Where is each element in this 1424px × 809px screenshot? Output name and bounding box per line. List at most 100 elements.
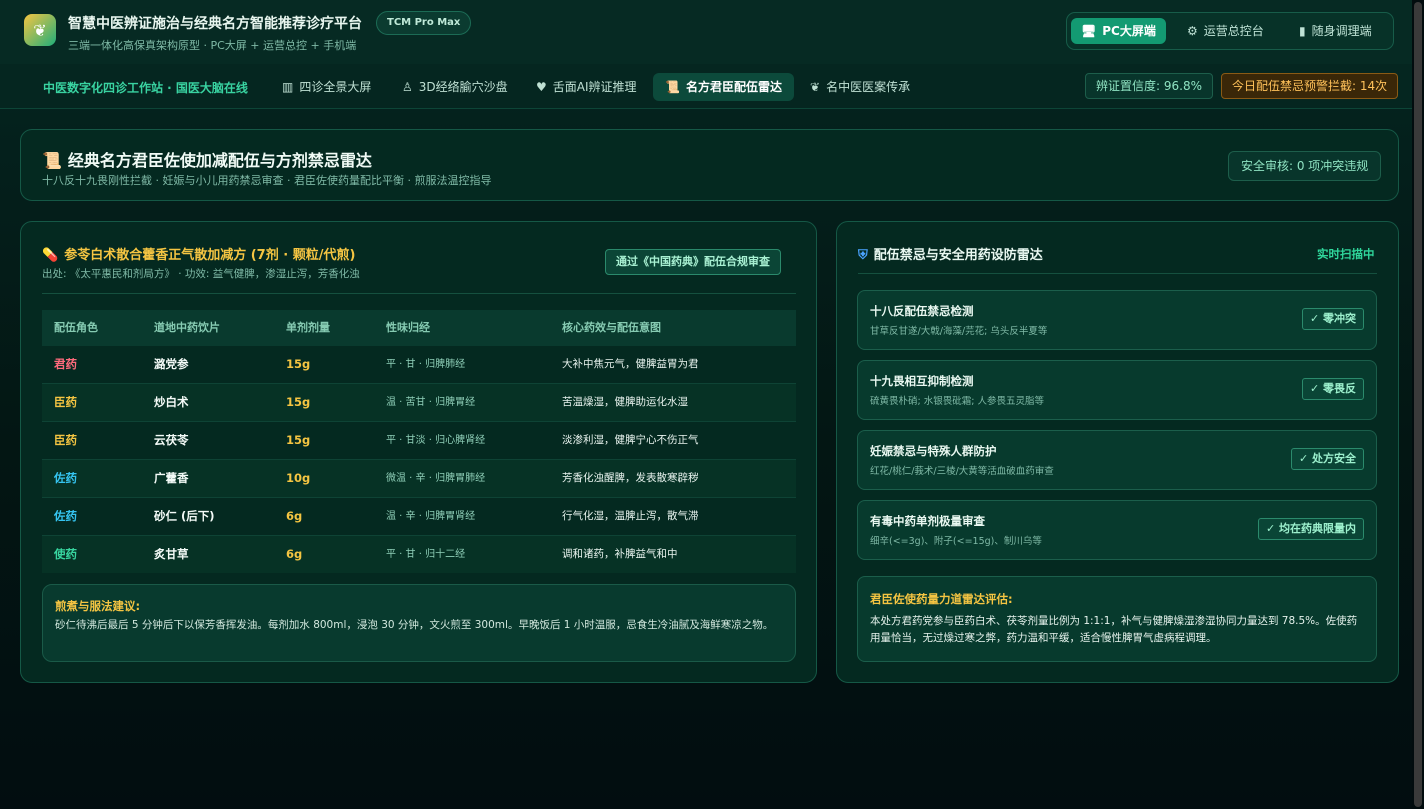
- herb-nature: 平 · 甘淡 · 归心脾肾经: [386, 435, 486, 446]
- table-row: 使药 炙甘草 6g 平 · 甘 · 归十二经 调和诸药，补脾益气和中: [42, 536, 796, 573]
- monitor-icon: 🖥: [1081, 24, 1097, 38]
- column-header: 道地中药饮片: [154, 321, 220, 334]
- herb-role: 君药: [54, 357, 77, 371]
- table-header: 配伍角色 道地中药饮片 单剂剂量 性味归经 核心药效与配伍意图: [42, 310, 796, 346]
- gear-icon: ⚙: [1187, 24, 1198, 38]
- herb-nature: 微温 · 辛 · 归脾胃肺经: [386, 473, 486, 484]
- column-header: 单剂剂量: [286, 321, 330, 334]
- herb-role: 佐药: [54, 471, 77, 485]
- app-logo: ❦: [24, 14, 56, 46]
- divider: [42, 293, 796, 294]
- herb-nature: 温 · 苦甘 · 归脾胃经: [386, 397, 476, 408]
- scroll-icon: 📜: [42, 151, 62, 170]
- app-title: 智慧中医辨证施治与经典名方智能推荐诊疗平台: [68, 16, 362, 32]
- herb-name: 炒白术: [154, 395, 189, 409]
- workstation-status: 中医数字化四诊工作站 · 国医大脑在线: [43, 81, 248, 95]
- column-header: 核心药效与配伍意图: [562, 321, 661, 334]
- decoction-advice: 煎煮与服法建议: 砂仁待沸后最后 5 分钟后下以保芳香挥发油。每剂加水 800m…: [42, 584, 796, 662]
- main-nav: 中医数字化四诊工作站 · 国医大脑在线 ▥ 四诊全景大屏 ♙ 3D经络腧穴沙盘 ♥ 舌…: [0, 64, 1424, 109]
- herb-name: 炙甘草: [154, 547, 189, 561]
- check-item: 十九畏相互抑制检测 硫黄畏朴硝; 水银畏砒霜; 人参畏五灵脂等 ✓ 零畏反: [857, 360, 1377, 420]
- page-title: 📜 经典名方君臣佐使加减配伍与方剂禁忌雷达: [42, 151, 372, 170]
- formula-title: 💊 参苓白术散合藿香正气散加减方 (7剂 · 颗粒/代煎): [42, 248, 356, 263]
- chart-icon: ▥: [282, 80, 294, 94]
- tongue-icon: ♥: [536, 80, 547, 94]
- safety-radar-panel: ⛨ 配伍禁忌与安全用药设防雷达 实时扫描中 十八反配伍禁忌检测 甘草反甘遂/大戟/…: [836, 221, 1399, 683]
- mode-ops-console-button[interactable]: ⚙ 运营总控台: [1181, 18, 1270, 44]
- assessment-text: 本处方君药党参与臣药白术、茯苓剂量比例为 1:1:1，补气与健脾燥湿渗湿协同力量…: [870, 615, 1358, 644]
- meridian-figure-icon: ♙: [402, 80, 413, 94]
- table-row: 君药 潞党参 15g 平 · 甘 · 归脾肺经 大补中焦元气，健脾益胃为君: [42, 346, 796, 384]
- check-title: 十九畏相互抑制检测: [870, 374, 974, 388]
- herb-name: 砂仁 (后下): [154, 509, 215, 523]
- herb-name: 云茯苓: [154, 433, 189, 447]
- check-description: 硫黄畏朴硝; 水银畏砒霜; 人参畏五灵脂等: [870, 396, 1044, 407]
- mode-mobile-button[interactable]: ▮ 随身调理端: [1293, 18, 1378, 44]
- warning-stat: 今日配伍禁忌预警拦截: 14次: [1221, 73, 1399, 99]
- column-header: 配伍角色: [54, 321, 98, 334]
- assessment-title: 君臣佐使药量力道雷达评估:: [870, 592, 1013, 606]
- column-header: 性味归经: [386, 321, 430, 334]
- table-row: 佐药 砂仁 (后下) 6g 温 · 辛 · 归脾胃肾经 行气化湿，温脾止泻，散气…: [42, 498, 796, 536]
- herb-role: 使药: [54, 547, 77, 561]
- herb-dose: 15g: [286, 357, 311, 371]
- herb-effect: 大补中焦元气，健脾益胃为君: [562, 358, 699, 370]
- page-banner: 📜 经典名方君臣佐使加减配伍与方剂禁忌雷达 十八反十九畏刚性拦截 · 妊娠与小儿用…: [20, 129, 1399, 201]
- app-subtitle: 三端一体化高保真架构原型 · PC大屏 + 运营总控 + 手机端: [68, 39, 357, 52]
- check-description: 细辛(<=3g)、附子(<=15g)、制川乌等: [870, 536, 1042, 547]
- page-scrollbar[interactable]: [1412, 0, 1424, 809]
- scrollbar-thumb[interactable]: [1414, 2, 1422, 807]
- herb-dose: 15g: [286, 395, 311, 409]
- compliance-badge: 通过《中国药典》配伍合规审查: [605, 249, 781, 275]
- herb-effect: 行气化湿，温脾止泻，散气滞: [562, 510, 699, 522]
- herb-icon: ❦: [810, 80, 821, 94]
- scroll-icon: 📜: [665, 80, 680, 94]
- herb-dose: 6g: [286, 547, 303, 561]
- herb-nature: 平 · 甘 · 归十二经: [386, 549, 466, 560]
- scan-status: 实时扫描中: [1317, 247, 1375, 261]
- herb-effect: 芳香化浊醒脾，发表散寒辟秽: [562, 472, 699, 484]
- herb-effect: 苦温燥湿，健脾助运化水湿: [562, 396, 688, 408]
- check-title: 妊娠禁忌与特殊人群防护: [870, 444, 997, 458]
- phone-icon: ▮: [1299, 24, 1306, 38]
- formula-source: 出处: 《太平惠民和剂局方》 · 功效: 益气健脾，渗湿止泻，芳香化浊: [42, 268, 360, 280]
- check-result-badge: ✓ 均在药典限量内: [1257, 518, 1364, 540]
- tab-overview-screen[interactable]: ▥ 四诊全景大屏: [274, 73, 379, 101]
- table-row: 臣药 云茯苓 15g 平 · 甘淡 · 归心脾肾经 淡渗利湿，健脾宁心不伤正气: [42, 422, 796, 460]
- dosage-assessment: 君臣佐使药量力道雷达评估: 本处方君药党参与臣药白术、茯苓剂量比例为 1:1:1…: [857, 576, 1377, 662]
- check-item: 十八反配伍禁忌检测 甘草反甘遂/大戟/海藻/芫花; 乌头反半夏等 ✓ 零冲突: [857, 290, 1377, 350]
- table-row: 臣药 炒白术 15g 温 · 苦甘 · 归脾胃经 苦温燥湿，健脾助运化水湿: [42, 384, 796, 422]
- formula-panel: 💊 参苓白术散合藿香正气散加减方 (7剂 · 颗粒/代煎) 出处: 《太平惠民和剂…: [20, 221, 817, 683]
- herb-nature: 平 · 甘 · 归脾肺经: [386, 359, 466, 370]
- check-item: 妊娠禁忌与特殊人群防护 红花/桃仁/莪术/三棱/大黄等活血破血药审查 ✓ 处方安…: [857, 430, 1377, 490]
- confidence-stat: 辨证置信度: 96.8%: [1085, 73, 1213, 99]
- check-result-badge: ✓ 零冲突: [1301, 308, 1364, 330]
- herb-nature: 温 · 辛 · 归脾胃肾经: [386, 511, 476, 522]
- radar-title: ⛨ 配伍禁忌与安全用药设防雷达: [858, 248, 1043, 263]
- leaf-icon: ❦: [33, 20, 47, 40]
- tab-formula-radar[interactable]: 📜 名方君臣配伍雷达: [653, 73, 794, 101]
- version-badge: TCM Pro Max: [376, 11, 472, 35]
- herb-effect: 淡渗利湿，健脾宁心不伤正气: [562, 434, 699, 446]
- tab-meridian-sandbox[interactable]: ♙ 3D经络腧穴沙盘: [394, 73, 516, 101]
- tab-case-inheritance[interactable]: ❦ 名中医医案传承: [802, 73, 918, 101]
- herb-dose: 10g: [286, 471, 311, 485]
- mode-pc-screen-button[interactable]: 🖥 PC大屏端: [1071, 18, 1166, 44]
- divider: [858, 273, 1377, 274]
- shield-icon: ⛨: [858, 248, 868, 263]
- check-result-badge: ✓ 零畏反: [1301, 378, 1364, 400]
- tab-tongue-ai[interactable]: ♥ 舌面AI辨证推理: [528, 73, 645, 101]
- check-title: 十八反配伍禁忌检测: [870, 304, 974, 318]
- herb-effect: 调和诸药，补脾益气和中: [562, 548, 678, 560]
- decoction-text: 砂仁待沸后最后 5 分钟后下以保芳香挥发油。每剂加水 800ml，浸泡 30 分…: [55, 619, 774, 631]
- herb-name: 广藿香: [154, 471, 189, 485]
- herb-dose: 15g: [286, 433, 311, 447]
- check-item: 有毒中药单剂极量审查 细辛(<=3g)、附子(<=15g)、制川乌等 ✓ 均在药…: [857, 500, 1377, 560]
- herb-role: 臣药: [54, 395, 77, 409]
- herb-role: 佐药: [54, 509, 77, 523]
- top-header: ❦ 智慧中医辨证施治与经典名方智能推荐诊疗平台 三端一体化高保真架构原型 · P…: [0, 0, 1424, 65]
- herb-name: 潞党参: [154, 357, 189, 371]
- herb-table: 配伍角色 道地中药饮片 单剂剂量 性味归经 核心药效与配伍意图 君药 潞党参 1…: [42, 310, 796, 573]
- safety-audit-badge: 安全审核: 0 项冲突违规: [1228, 151, 1382, 181]
- table-row: 佐药 广藿香 10g 微温 · 辛 · 归脾胃肺经 芳香化浊醒脾，发表散寒辟秽: [42, 460, 796, 498]
